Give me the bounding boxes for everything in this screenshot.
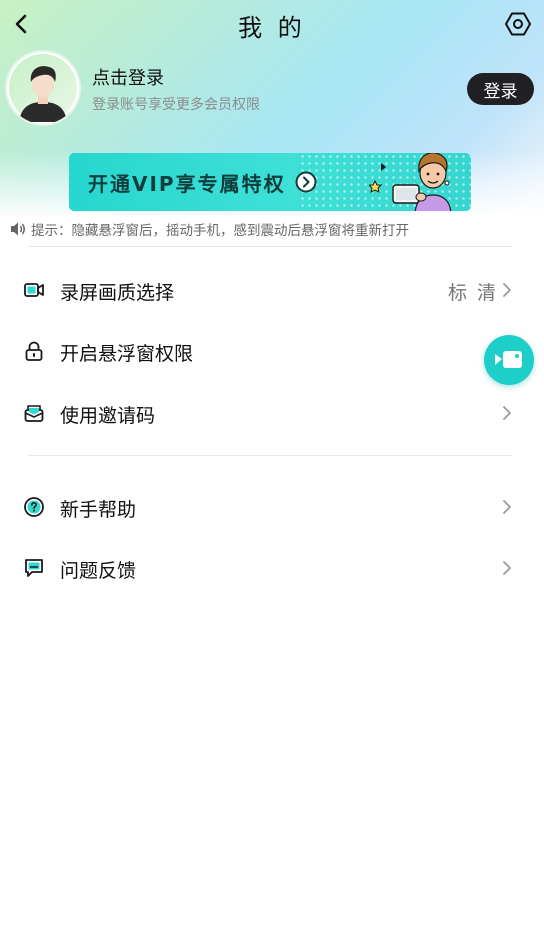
video-camera-icon: [24, 283, 44, 297]
menu-item-feedback[interactable]: 问题反馈: [0, 540, 544, 596]
vip-banner-text: 开通VIP享专属特权: [88, 172, 286, 196]
chevron-right-icon: [503, 561, 511, 575]
menu-value: 标 清: [447, 282, 498, 304]
avatar[interactable]: [7, 52, 79, 124]
chevron-right-icon: [503, 283, 511, 297]
login-subtitle: 登录账号享受更多会员权限: [92, 97, 260, 113]
arrow-circle-icon: [295, 171, 317, 193]
divider: [28, 246, 512, 247]
feedback-chat-icon: [25, 559, 43, 577]
help-question-icon: [24, 497, 44, 517]
banner-illustration-person: [369, 153, 452, 211]
menu-item-invite-code[interactable]: 使用邀请码: [0, 385, 544, 441]
login-button[interactable]: 登录: [467, 73, 534, 105]
menu-item-beginner-help[interactable]: 新手帮助: [0, 479, 544, 535]
speaker-icon: [11, 222, 25, 236]
tip-row: 提示：隐藏悬浮窗后，摇动手机，感到震动后悬浮窗将重新打开: [10, 219, 409, 239]
menu-item-recording-quality[interactable]: 录屏画质选择 标 清: [0, 262, 544, 318]
settings-button[interactable]: [504, 10, 532, 38]
floating-record-button[interactable]: [484, 335, 534, 385]
avatar-person-icon: [9, 54, 77, 122]
vip-banner[interactable]: 开通VIP享专属特权: [69, 153, 471, 211]
menu-item-floating-window-permission[interactable]: 开启悬浮窗权限: [0, 323, 544, 379]
menu-label: 开启悬浮窗权限: [60, 343, 194, 365]
section-divider: [28, 455, 512, 456]
invite-envelope-icon: [24, 405, 44, 422]
login-prompt[interactable]: 点击登录: [92, 64, 164, 90]
menu-label: 录屏画质选择: [60, 282, 175, 304]
chevron-right-icon: [503, 406, 511, 420]
hexagon-settings-icon: [505, 12, 531, 36]
tip-text: 提示：隐藏悬浮窗后，摇动手机，感到震动后悬浮窗将重新打开: [31, 223, 409, 239]
menu-label: 问题反馈: [60, 560, 137, 582]
chevron-right-icon: [503, 500, 511, 514]
lock-icon: [25, 341, 43, 361]
menu-label: 新手帮助: [60, 499, 137, 521]
menu-label: 使用邀请码: [60, 405, 156, 427]
record-camera-icon: [495, 351, 522, 368]
page-title: 我 的: [238, 14, 306, 42]
